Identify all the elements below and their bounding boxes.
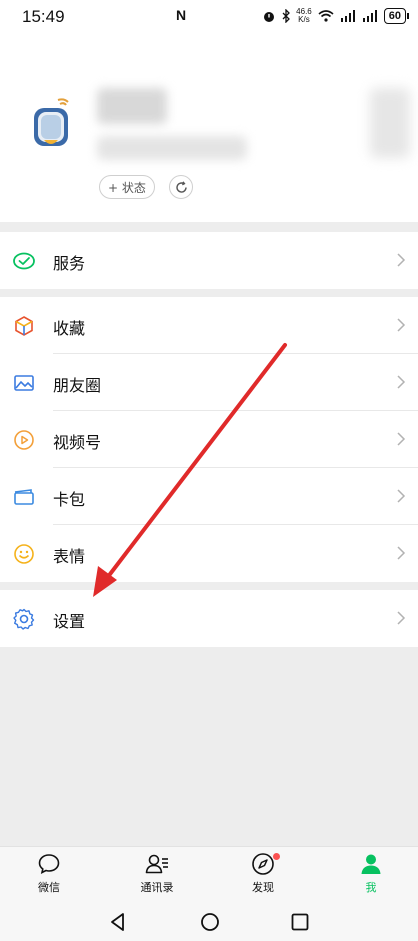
- menu-group-services: 服务: [0, 232, 418, 289]
- tab-discover[interactable]: 发现: [223, 851, 303, 899]
- tab-label: 通讯录: [140, 881, 174, 894]
- chevron-right-icon: [397, 489, 406, 503]
- favorites-icon: [15, 316, 33, 336]
- menu-item-services[interactable]: 服务: [0, 232, 418, 289]
- system-nav-bar: [0, 900, 418, 941]
- network-speed: 46.6 K/s: [296, 7, 312, 24]
- menu-label: 表情: [53, 547, 86, 566]
- sticker-icon: [14, 544, 34, 564]
- home-icon[interactable]: [200, 912, 220, 932]
- menu-item-favorites[interactable]: 收藏: [0, 297, 418, 354]
- wechat-id-blurred: [97, 136, 247, 160]
- status-time: 15:49: [22, 7, 65, 26]
- chevron-right-icon: [397, 375, 406, 389]
- back-icon[interactable]: [108, 912, 128, 932]
- bottom-tab-bar: 微信 通讯录 发现 我: [0, 846, 418, 901]
- tab-chats[interactable]: 微信: [9, 851, 89, 899]
- contacts-icon: [145, 854, 168, 874]
- menu-label: 朋友圈: [53, 376, 102, 395]
- recents-icon[interactable]: [290, 912, 310, 932]
- person-icon: [361, 854, 381, 874]
- refresh-icon: [175, 180, 187, 193]
- signal-icon-2: [362, 10, 377, 22]
- channels-icon: [14, 430, 34, 450]
- add-status-button[interactable]: + 状态: [99, 175, 155, 199]
- alarm-icon: [264, 12, 275, 22]
- status-bar: 15:49 N 46.6 K/s 60: [0, 0, 418, 36]
- signal-icon: [340, 10, 355, 22]
- service-icon: [13, 252, 35, 270]
- profile-header[interactable]: + 状态: [0, 36, 418, 222]
- notification-dot: [273, 853, 280, 860]
- gear-icon: [13, 608, 35, 630]
- qr-code-blurred[interactable]: [370, 88, 410, 158]
- menu-label: 卡包: [53, 490, 86, 509]
- chat-icon: [38, 854, 60, 874]
- nfc-icon: N: [176, 7, 187, 23]
- menu-item-settings[interactable]: 设置: [0, 590, 418, 647]
- cards-icon: [14, 489, 34, 505]
- chevron-right-icon: [397, 611, 406, 625]
- moments-icon: [14, 375, 34, 391]
- menu-item-cards[interactable]: 卡包: [0, 468, 418, 525]
- menu-group-main: 收藏 朋友圈 视频号 卡包 表情: [0, 297, 418, 582]
- refresh-status-button[interactable]: [169, 175, 193, 199]
- tab-contacts[interactable]: 通讯录: [117, 851, 197, 899]
- tab-label: 发现: [252, 881, 274, 894]
- menu-group-settings: 设置: [0, 590, 418, 647]
- status-icons: 46.6 K/s 60: [262, 7, 410, 24]
- wifi-icon: [318, 10, 334, 22]
- nickname-blurred: [97, 88, 167, 124]
- tab-label: 我: [365, 881, 377, 894]
- chevron-right-icon: [397, 318, 406, 332]
- menu-item-stickers[interactable]: 表情: [0, 525, 418, 582]
- battery-indicator: 60: [383, 8, 410, 24]
- avatar[interactable]: [28, 96, 76, 152]
- menu-label: 服务: [53, 254, 86, 273]
- menu-label: 视频号: [53, 433, 102, 452]
- menu-item-channels[interactable]: 视频号: [0, 411, 418, 468]
- chevron-right-icon: [397, 546, 406, 560]
- chevron-right-icon: [397, 432, 406, 446]
- menu-label: 收藏: [53, 319, 86, 338]
- menu-item-moments[interactable]: 朋友圈: [0, 354, 418, 411]
- tab-me[interactable]: 我: [331, 851, 411, 899]
- bluetooth-icon: [282, 9, 291, 23]
- menu-label: 设置: [53, 612, 86, 631]
- chevron-right-icon: [397, 253, 406, 267]
- tab-label: 微信: [38, 881, 60, 894]
